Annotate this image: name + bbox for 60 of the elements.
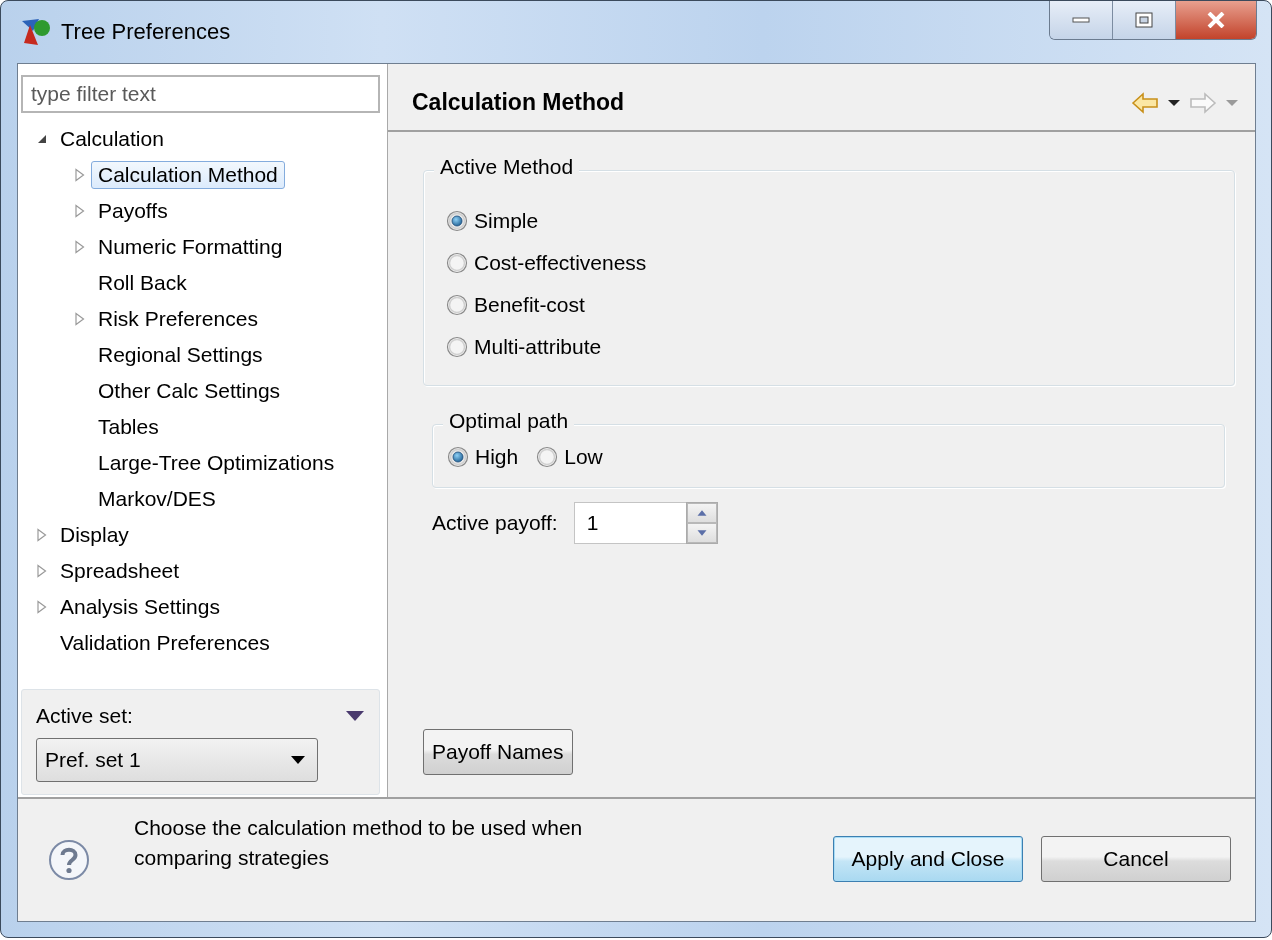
radio-label[interactable]: High bbox=[475, 445, 519, 469]
expanded-arrow-icon[interactable] bbox=[36, 133, 48, 145]
tree-item[interactable]: Risk Preferences bbox=[91, 305, 265, 333]
collapsed-arrow-icon[interactable] bbox=[36, 564, 48, 578]
radio-label[interactable]: Simple bbox=[474, 209, 539, 233]
maximize-icon bbox=[1135, 12, 1153, 28]
page-title: Calculation Method bbox=[412, 89, 626, 116]
radio-button[interactable] bbox=[446, 252, 468, 274]
radio-label[interactable]: Benefit-cost bbox=[474, 293, 585, 317]
collapsed-arrow-icon[interactable] bbox=[74, 168, 86, 182]
active-set-label: Active set: bbox=[36, 704, 133, 728]
active-set-dropdown[interactable]: Pref. set 1 bbox=[36, 738, 318, 782]
collapsed-arrow-icon[interactable] bbox=[36, 600, 48, 614]
collapsed-arrow-icon[interactable] bbox=[74, 240, 86, 254]
close-button[interactable] bbox=[1176, 1, 1256, 39]
tree-item[interactable]: Other Calc Settings bbox=[91, 377, 288, 405]
collapsed-arrow-icon[interactable] bbox=[74, 312, 86, 326]
menu-caret-icon[interactable] bbox=[345, 710, 365, 722]
dialog-button[interactable]: Apply and Close bbox=[833, 836, 1023, 882]
collapsed-arrow-icon[interactable] bbox=[74, 204, 86, 218]
tree-item[interactable]: Large-Tree Optimizations bbox=[91, 449, 342, 477]
radio-button[interactable] bbox=[446, 294, 468, 316]
tree-item[interactable]: Tables bbox=[91, 413, 166, 441]
dropdown-caret-icon bbox=[291, 756, 305, 764]
tree-item[interactable]: Roll Back bbox=[91, 269, 194, 297]
radio-button[interactable] bbox=[446, 210, 468, 232]
tree-item[interactable]: Numeric Formatting bbox=[91, 233, 290, 261]
help-text: Choose the calculation method to be used when comparing strategies bbox=[134, 815, 584, 871]
radio-label[interactable]: Low bbox=[564, 445, 603, 469]
help-icon[interactable] bbox=[48, 839, 90, 881]
tree-item[interactable]: Validation Preferences bbox=[53, 629, 277, 657]
radio-button[interactable] bbox=[536, 446, 559, 468]
radio-button[interactable] bbox=[446, 336, 468, 358]
spin-down-icon[interactable] bbox=[686, 523, 717, 543]
back-arrow-icon[interactable] bbox=[1131, 90, 1159, 115]
minimize-icon bbox=[1072, 17, 1090, 23]
filter-field[interactable]: type filter text bbox=[21, 75, 380, 113]
payoff-names-button[interactable]: Payoff Names bbox=[423, 729, 573, 775]
tree-item[interactable]: Payoffs bbox=[91, 197, 175, 225]
active-payoff-field[interactable]: 1 bbox=[573, 502, 686, 544]
radio-label[interactable]: Cost-effectiveness bbox=[474, 251, 647, 275]
forward-arrow-icon[interactable] bbox=[1189, 90, 1217, 115]
spin-up-icon[interactable] bbox=[686, 503, 717, 523]
dropdown-caret-icon[interactable] bbox=[1167, 98, 1181, 107]
tree-item[interactable]: Calculation bbox=[53, 125, 171, 153]
collapsed-arrow-icon[interactable] bbox=[36, 528, 48, 542]
tree-item[interactable]: Analysis Settings bbox=[53, 593, 227, 621]
tree-item[interactable]: Regional Settings bbox=[91, 341, 270, 369]
radio-button[interactable] bbox=[447, 446, 469, 468]
close-icon bbox=[1206, 12, 1226, 28]
tree-item[interactable]: Display bbox=[53, 521, 136, 549]
tree-item[interactable]: Spreadsheet bbox=[53, 557, 187, 585]
tree-item[interactable]: Markov/DES bbox=[91, 485, 223, 513]
minimize-button[interactable] bbox=[1050, 1, 1113, 39]
dialog-button[interactable]: Cancel bbox=[1041, 836, 1231, 882]
tree-item[interactable]: Calculation Method bbox=[91, 161, 285, 189]
window-title: Tree Preferences bbox=[61, 19, 231, 45]
radio-label[interactable]: Multi-attribute bbox=[474, 335, 602, 359]
maximize-button[interactable] bbox=[1113, 1, 1176, 39]
active-payoff-label: Active payoff: bbox=[432, 511, 558, 535]
